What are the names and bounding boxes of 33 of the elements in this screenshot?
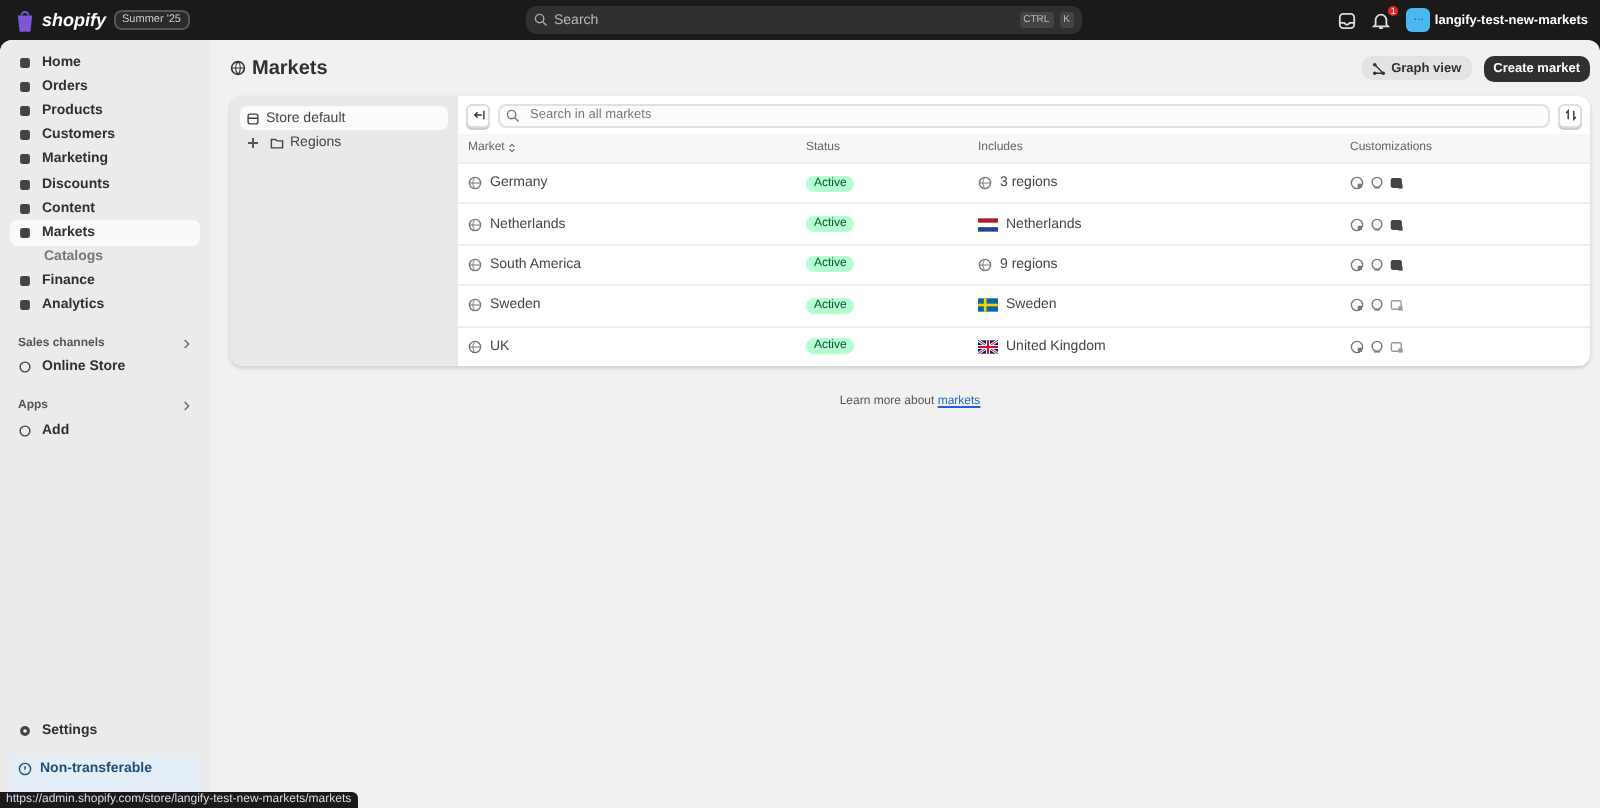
nav-icon: [18, 360, 32, 375]
info-icon: [18, 762, 32, 776]
page-title: Markets: [252, 57, 328, 79]
sort-icon: [1563, 108, 1577, 122]
folder-icon: [270, 135, 284, 149]
sort-button[interactable]: [1558, 103, 1582, 127]
globe-icon: [468, 339, 482, 354]
globe-icon: [468, 257, 482, 272]
collapse-panel-button[interactable]: [466, 103, 490, 127]
globe-icon: [468, 298, 482, 313]
flag-icon: [978, 339, 998, 354]
graph-icon: [1371, 61, 1386, 75]
settings-icon: [18, 724, 32, 739]
globe-icon: [978, 176, 992, 191]
search-icon: [506, 108, 520, 122]
chevron-right-icon[interactable]: [182, 400, 190, 413]
sort-arrows-icon[interactable]: [508, 142, 517, 154]
shopping-bag-icon: [16, 9, 34, 31]
flag-icon: [978, 298, 998, 313]
nav-icon: [18, 423, 32, 438]
flag-icon: [978, 217, 998, 232]
globe-icon: [978, 257, 992, 272]
inbox-icon[interactable]: [1338, 11, 1357, 29]
search-icon: [534, 13, 548, 27]
chevron-right-icon[interactable]: [182, 337, 190, 350]
brand-name: shopify: [42, 10, 107, 30]
arrow-left-icon: [471, 108, 485, 122]
bell-icon[interactable]: [1372, 11, 1391, 29]
globe-icon: [468, 217, 482, 232]
globe-icon: [230, 60, 246, 76]
store-icon: [246, 111, 260, 125]
globe-icon: [468, 176, 482, 191]
expand-toggle[interactable]: [248, 137, 258, 147]
